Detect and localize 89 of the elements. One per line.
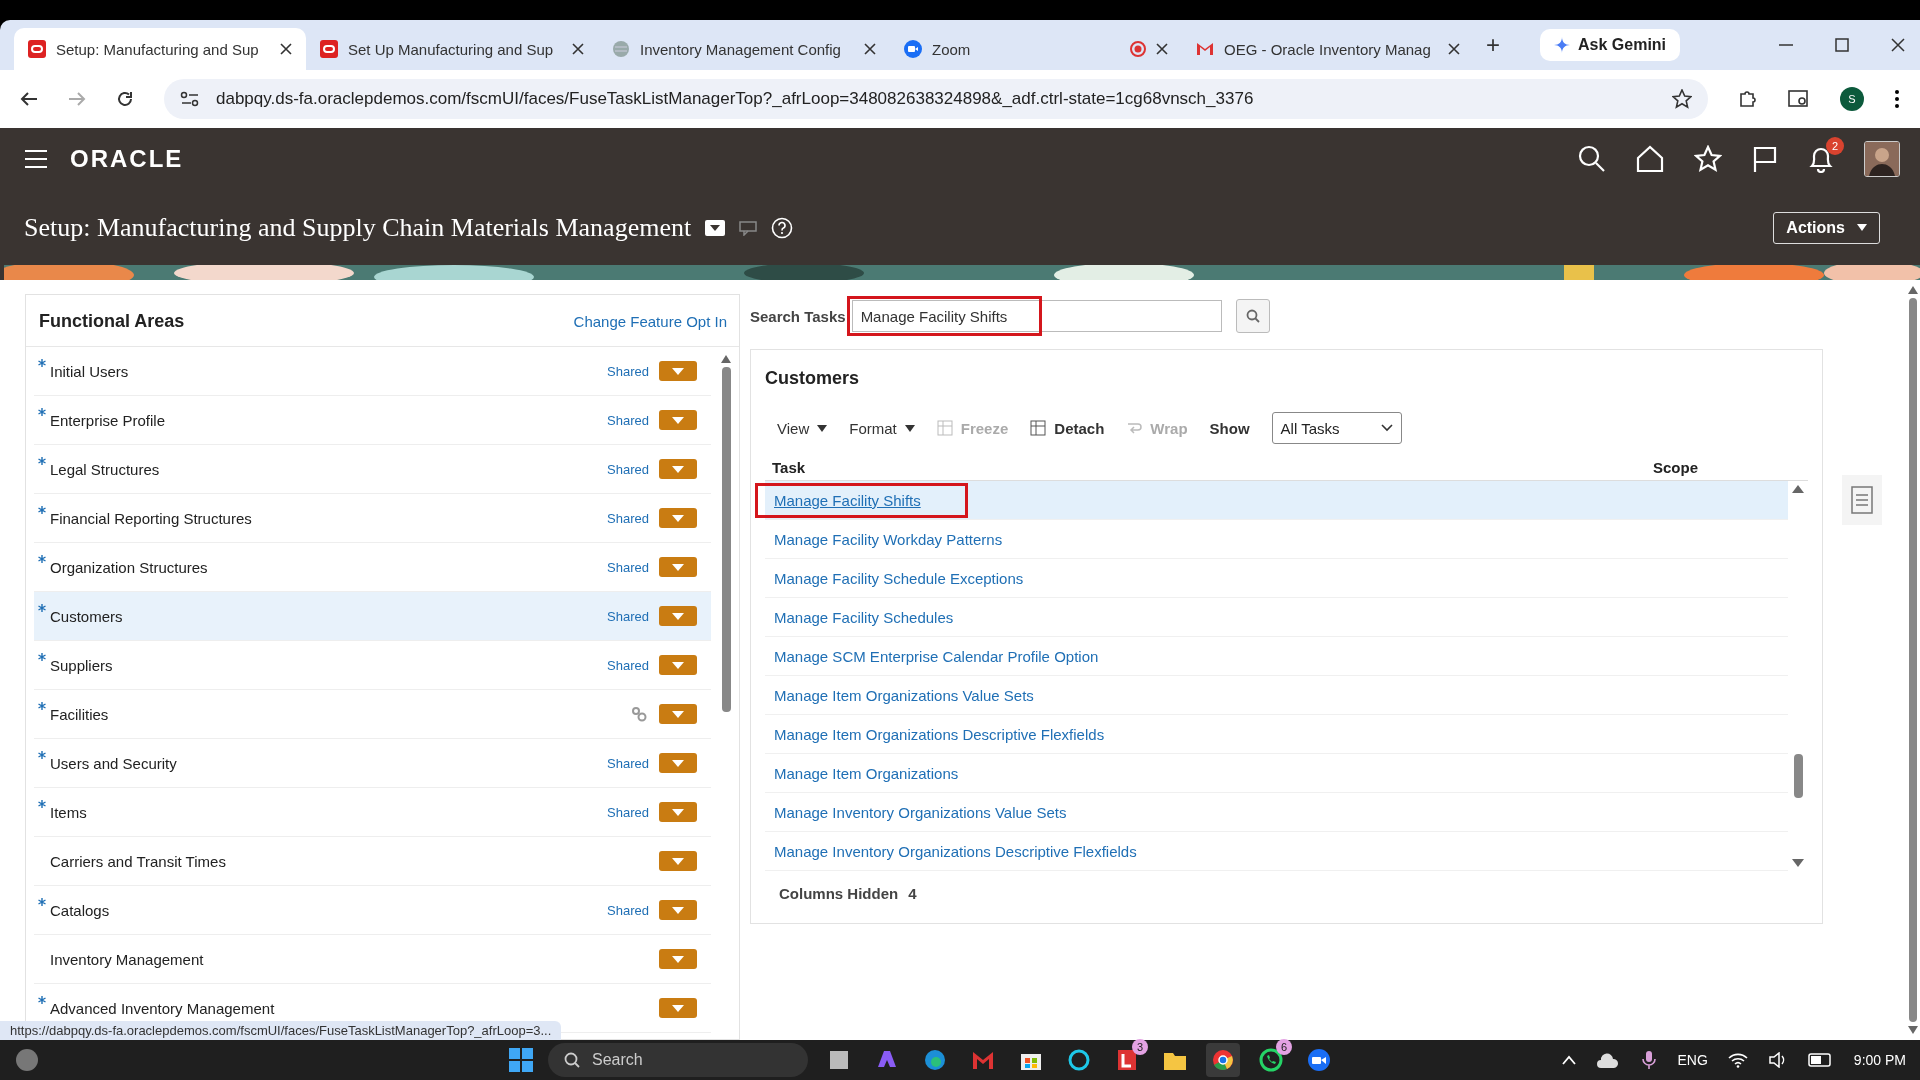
taskbar-search-field[interactable]: Search bbox=[548, 1043, 808, 1077]
task-link[interactable]: Manage Facility Shifts bbox=[767, 487, 928, 513]
functional-area-name: Customers bbox=[50, 607, 124, 625]
task-link[interactable]: Manage Inventory Organizations Descriptive Flexfields bbox=[767, 838, 1144, 864]
columns-hidden-count: 4 bbox=[908, 885, 917, 902]
functional-area-row[interactable]: Catalogs Shared bbox=[34, 886, 711, 935]
menu-button[interactable]: Format bbox=[849, 419, 915, 437]
task-row[interactable]: Manage Facility Schedule Exceptions bbox=[765, 559, 1788, 598]
functional-area-name: Enterprise Profile bbox=[50, 411, 167, 429]
task-row[interactable]: Manage Facility Schedules bbox=[765, 598, 1788, 637]
task-link[interactable]: Manage SCM Enterprise Calendar Profile Option bbox=[767, 643, 1106, 669]
task-link[interactable]: Manage Facility Workday Patterns bbox=[767, 526, 1010, 552]
functional-area-name: Financial Reporting Structures bbox=[50, 509, 253, 527]
functional-area-name: Legal Structures bbox=[50, 460, 161, 478]
notifications-button[interactable]: 2 bbox=[1808, 137, 1844, 173]
functional-area-name: Suppliers bbox=[50, 656, 114, 674]
show-select[interactable]: All Tasks bbox=[1271, 412, 1402, 444]
scope-label: Shared bbox=[607, 461, 649, 477]
functional-area-name: Organization Structures bbox=[50, 558, 209, 576]
task-row[interactable]: Manage Item Organizations bbox=[765, 754, 1788, 793]
notification-badge: 2 bbox=[1826, 137, 1844, 155]
menu-button[interactable]: View bbox=[777, 419, 828, 437]
scope-label: Shared bbox=[607, 510, 649, 526]
scope-label: Shared bbox=[607, 755, 649, 771]
functional-area-name: Items bbox=[50, 803, 88, 821]
functional-area-name: Initial Users bbox=[50, 362, 130, 380]
functional-area-row[interactable]: Suppliers Shared bbox=[34, 641, 711, 690]
functional-area-row[interactable]: Inventory Management bbox=[34, 935, 711, 984]
clock-time[interactable]: 9:00 PM bbox=[1853, 1052, 1906, 1068]
search-tasks-field[interactable]: Manage Facility Shifts bbox=[851, 300, 1222, 332]
functional-area-row[interactable]: Legal Structures Shared bbox=[34, 445, 711, 494]
column-header[interactable]: Task bbox=[772, 459, 806, 476]
language-indicator[interactable]: ENG bbox=[1677, 1052, 1708, 1068]
functional-area-row[interactable]: Financial Reporting Structures Shared bbox=[34, 494, 711, 543]
search-tasks-label: Search Tasks bbox=[750, 307, 846, 325]
scope-label: Shared bbox=[607, 608, 649, 624]
browser-tab[interactable]: OEG - Oracle Inventory Manag bbox=[1182, 28, 1474, 70]
functional-area-name: Advanced Inventory Management bbox=[50, 999, 276, 1017]
oracle-logo[interactable]: ORACLE bbox=[70, 145, 184, 173]
columns-hidden-label: Columns Hidden bbox=[779, 885, 899, 902]
address-bar[interactable]: dabpqy.ds-fa.oraclepdemos.com/fscmUI/faces/FuseTaskListManagerTop?_afrLoop=348082638324898&_adf.ctrl-state=1cg68vnsch_3376 bbox=[164, 79, 1708, 119]
new-tab-button[interactable]: + bbox=[1486, 31, 1500, 59]
task-link[interactable]: Manage Item Organizations Descriptive Flexfields bbox=[767, 721, 1112, 747]
notification-badge: 6 bbox=[1276, 1039, 1292, 1055]
ask-gemini-button[interactable]: Ask Gemini bbox=[1540, 29, 1681, 61]
task-link[interactable]: Manage Item Organizations Value Sets bbox=[767, 682, 1041, 708]
functional-area-name: Users and Security bbox=[50, 754, 178, 772]
task-row[interactable]: Manage Item Organizations Descriptive Flexfields bbox=[765, 715, 1788, 754]
task-link[interactable]: Manage Facility Schedule Exceptions bbox=[767, 565, 1031, 591]
profile-avatar[interactable]: S bbox=[1840, 87, 1864, 111]
task-row[interactable]: Manage Inventory Organizations Descriptive Flexfields bbox=[765, 832, 1788, 871]
scope-label: Shared bbox=[607, 559, 649, 575]
link-preview-tooltip: https://dabpqy.ds-fa.oraclepdemos.com/fscmUI/faces/FuseTaskListManagerTop?_afrLoop=3... bbox=[0, 1021, 562, 1040]
browser-tab[interactable]: Inventory Management Config bbox=[598, 28, 890, 70]
functional-area-row[interactable]: Carriers and Transit Times bbox=[34, 837, 711, 886]
functional-area-row[interactable]: Enterprise Profile Shared bbox=[34, 396, 711, 445]
task-link[interactable]: Manage Inventory Organizations Value Sets bbox=[767, 799, 1074, 825]
functional-area-name: Carriers and Transit Times bbox=[50, 852, 227, 870]
scope-label: Shared bbox=[607, 804, 649, 820]
task-link[interactable]: Manage Item Organizations bbox=[767, 760, 966, 786]
toolbar-button[interactable]: Detach bbox=[1030, 419, 1105, 437]
browser-tab[interactable]: Zoom bbox=[890, 28, 1182, 70]
scope-label: Shared bbox=[607, 657, 649, 673]
functional-area-row[interactable]: Customers Shared bbox=[34, 592, 711, 641]
column-header[interactable]: Scope bbox=[1653, 459, 1698, 476]
task-link[interactable]: Manage Facility Schedules bbox=[767, 604, 961, 630]
scope-label: Shared bbox=[607, 902, 649, 918]
browser-tab[interactable]: Setup: Manufacturing and Sup bbox=[14, 28, 306, 70]
change-feature-opt-in-link[interactable]: Change Feature Opt In bbox=[573, 313, 727, 330]
functional-area-name: Catalogs bbox=[50, 901, 111, 919]
functional-area-row[interactable]: Facilities bbox=[34, 690, 711, 739]
actions-button[interactable]: Actions bbox=[1773, 211, 1880, 244]
task-row[interactable]: Manage SCM Enterprise Calendar Profile Option bbox=[765, 637, 1788, 676]
functional-area-row[interactable]: Items Shared bbox=[34, 788, 711, 837]
task-row[interactable]: Manage Facility Workday Patterns bbox=[765, 520, 1788, 559]
functional-area-name: Facilities bbox=[50, 705, 110, 723]
scope-label: Shared bbox=[607, 412, 649, 428]
notification-badge: 3 bbox=[1132, 1039, 1148, 1055]
functional-area-name: Inventory Management bbox=[50, 950, 205, 968]
page-title: Setup: Manufacturing and Supply Chain Materials Management bbox=[24, 212, 692, 243]
functional-area-row[interactable]: Initial Users Shared bbox=[34, 347, 711, 396]
task-row[interactable]: Manage Inventory Organizations Value Sets bbox=[765, 793, 1788, 832]
show-label: Show bbox=[1209, 419, 1250, 437]
functional-area-row[interactable]: Users and Security Shared bbox=[34, 739, 711, 788]
panel-title: Functional Areas bbox=[39, 311, 185, 332]
panel-title: Customers bbox=[765, 367, 861, 390]
browser-tab[interactable]: Set Up Manufacturing and Sup bbox=[306, 28, 598, 70]
scope-label: Shared bbox=[607, 363, 649, 379]
task-row[interactable]: Manage Item Organizations Value Sets bbox=[765, 676, 1788, 715]
